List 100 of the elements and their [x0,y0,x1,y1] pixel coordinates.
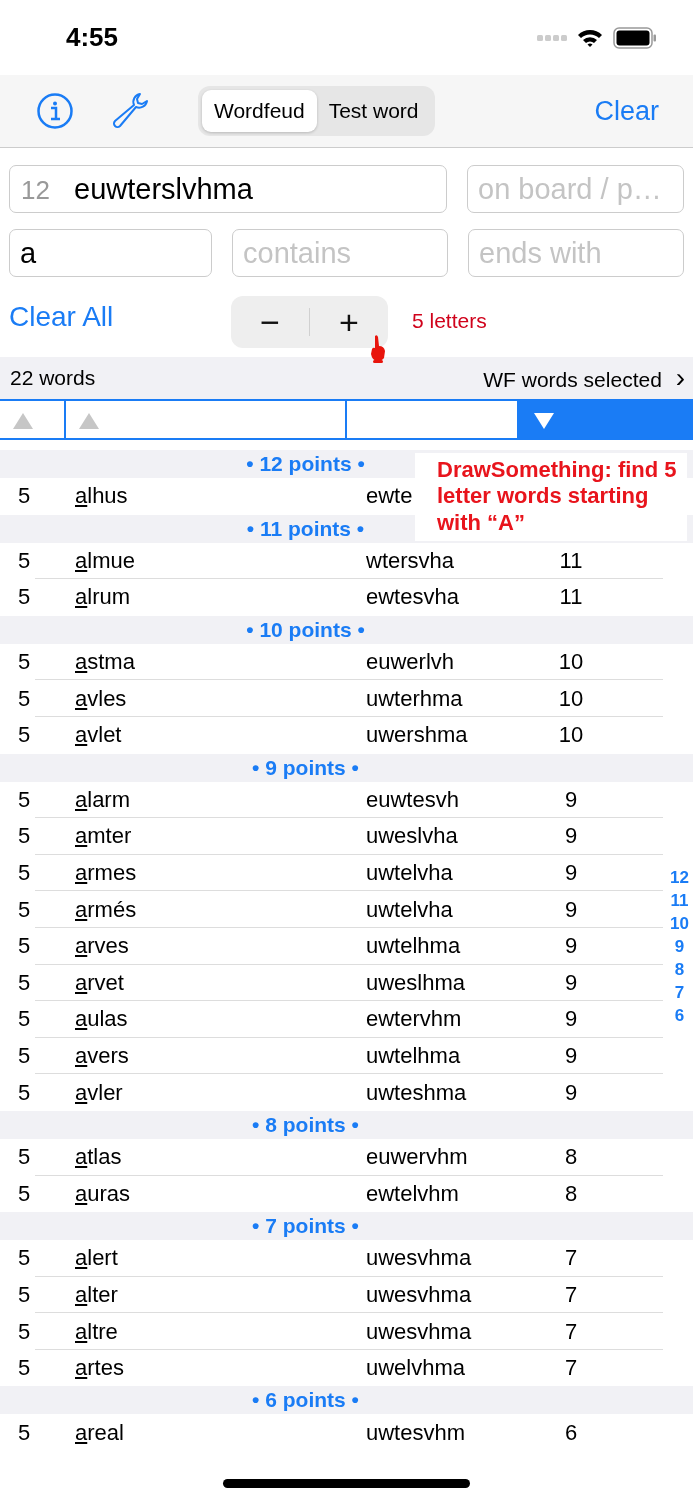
minus-button[interactable]: − [231,302,309,342]
table-cell-text: 7 [563,1282,579,1308]
table-cell: uwesvhma [366,1245,472,1271]
table-cell: ewte [366,483,413,509]
section-index-item[interactable]: 12 [670,866,689,889]
word-cell[interactable]: alert [75,1245,366,1272]
letter-count: 12 [21,175,50,206]
plus-button[interactable]: + [310,302,388,342]
table-cell: ewtesvha [366,584,459,610]
table-cell-text: 9 [563,1043,579,1069]
table-cell-text: 10 [557,685,585,712]
word-cell[interactable]: arves [75,933,366,960]
word-cell[interactable]: altre [75,1318,366,1345]
word-cell[interactable]: amter [75,823,366,850]
table-cell-text: 5 [17,1245,32,1272]
info-icon[interactable] [36,92,74,130]
table-cell: uwtelvha [366,860,453,886]
word-cell[interactable]: alhus [75,483,366,510]
word-cell[interactable]: armes [75,860,366,887]
table-cell-text: 5 [17,1318,32,1345]
table-cell-text: 5 [17,1180,32,1207]
table-cell-text: 5 [17,1282,32,1308]
table-cell: wtersvha [366,547,455,573]
word-cell[interactable]: arvet [75,969,366,996]
table-cell: uwtesvhm [366,1419,466,1445]
table-cell: uwtelvha [366,896,453,922]
word-cell[interactable]: alter [75,1282,366,1308]
table-cell-text: 5 [17,896,32,923]
on-board-field[interactable]: on board / p… [467,165,684,213]
word-cell[interactable]: armés [75,896,366,923]
word-cell[interactable]: avles [75,685,366,712]
table-cell: ewtervhm [366,1006,462,1032]
word-cell[interactable]: avlet [75,722,366,749]
section-index-item[interactable]: 7 [674,981,685,1004]
table-cell-text: 6 [563,1419,579,1446]
table-cell: uwtelhma [366,1043,461,1068]
word-cell[interactable]: avers [75,1043,366,1069]
table-cell-text: 5 [17,1144,32,1171]
section-index-item[interactable]: 8 [674,958,685,981]
table-cell-text: 5 [17,786,32,813]
word-cell[interactable]: aulas [75,1006,366,1033]
clock-time: 4:55 [66,22,119,53]
table-cell-text: 9 [563,969,579,996]
signal-icon [537,33,567,42]
table-cell: euwerlvh [366,649,455,675]
table-cell-text: 10 [557,722,585,749]
table-cell: uwterhma [366,685,463,711]
word-cell[interactable]: astma [75,649,366,676]
mode-tab[interactable]: Wordfeud [202,90,317,132]
section-index-item[interactable]: 11 [670,889,689,912]
word-cell[interactable]: alarm [75,786,366,813]
table-cell-text: 9 [563,786,579,813]
table-cell-text: 8 [563,1144,579,1171]
word-cell[interactable]: artes [75,1355,366,1382]
table-cell: uwelvhma [366,1355,466,1381]
section-header: • 6 points • [0,1386,693,1415]
length-label: 5 letters [412,309,487,333]
sort-column-header[interactable] [519,401,693,438]
table-cell-text: 5 [17,547,32,574]
table-cell-text: 5 [17,483,32,510]
table-cell-text: 9 [563,1006,579,1033]
word-cell[interactable]: atlas [75,1144,366,1171]
wrench-icon[interactable] [110,91,150,131]
table-cell: euwtesvh [366,786,459,812]
filter-selector[interactable]: WF words selected › [483,362,685,394]
battery-icon [613,26,657,49]
table-cell-text: 8 [563,1180,579,1207]
section-index-item[interactable]: 10 [670,912,689,935]
table-cell-text: 5 [17,722,32,749]
mode-tab[interactable]: Test word [316,90,431,132]
table-cell-text: 5 [17,1043,32,1069]
table-cell-text: 5 [17,933,32,960]
table-cell-text: 5 [17,860,32,887]
table-cell-text: 5 [17,1006,32,1033]
word-cell[interactable]: avler [75,1079,366,1106]
table-cell-text: 7 [563,1355,579,1382]
word-cell[interactable]: auras [75,1180,366,1207]
wifi-icon [577,27,603,48]
annotation-note: DrawSomething: find 5 letter words starting with “A” [415,453,687,541]
starts-with-field[interactable]: a [9,229,212,277]
word-cell[interactable]: areal [75,1419,366,1446]
section-index-item[interactable]: 9 [674,935,685,958]
ends-with-field[interactable]: ends with [468,229,684,277]
clear-button[interactable]: Clear [594,95,659,127]
pointer-hand-icon [369,334,387,364]
word-count: 22 words [10,366,96,390]
section-index-item[interactable]: 6 [674,1004,685,1027]
table-cell-text: 11 [558,547,584,574]
section-header: • 9 points • [0,753,693,782]
section-header: • 10 points • [0,615,693,644]
table-cell-text: 9 [563,896,579,923]
table-cell-text: 9 [563,1079,579,1106]
word-cell[interactable]: almue [75,547,366,574]
table-cell: uwteshma [366,1079,467,1105]
word-cell[interactable]: alrum [75,584,366,611]
table-cell-text: 10 [557,649,585,676]
contains-field[interactable]: contains [232,229,448,277]
clear-all-button[interactable]: Clear All [9,301,231,333]
table-cell: uwesvhma [366,1282,472,1307]
table-cell: uwtelhma [366,933,461,959]
